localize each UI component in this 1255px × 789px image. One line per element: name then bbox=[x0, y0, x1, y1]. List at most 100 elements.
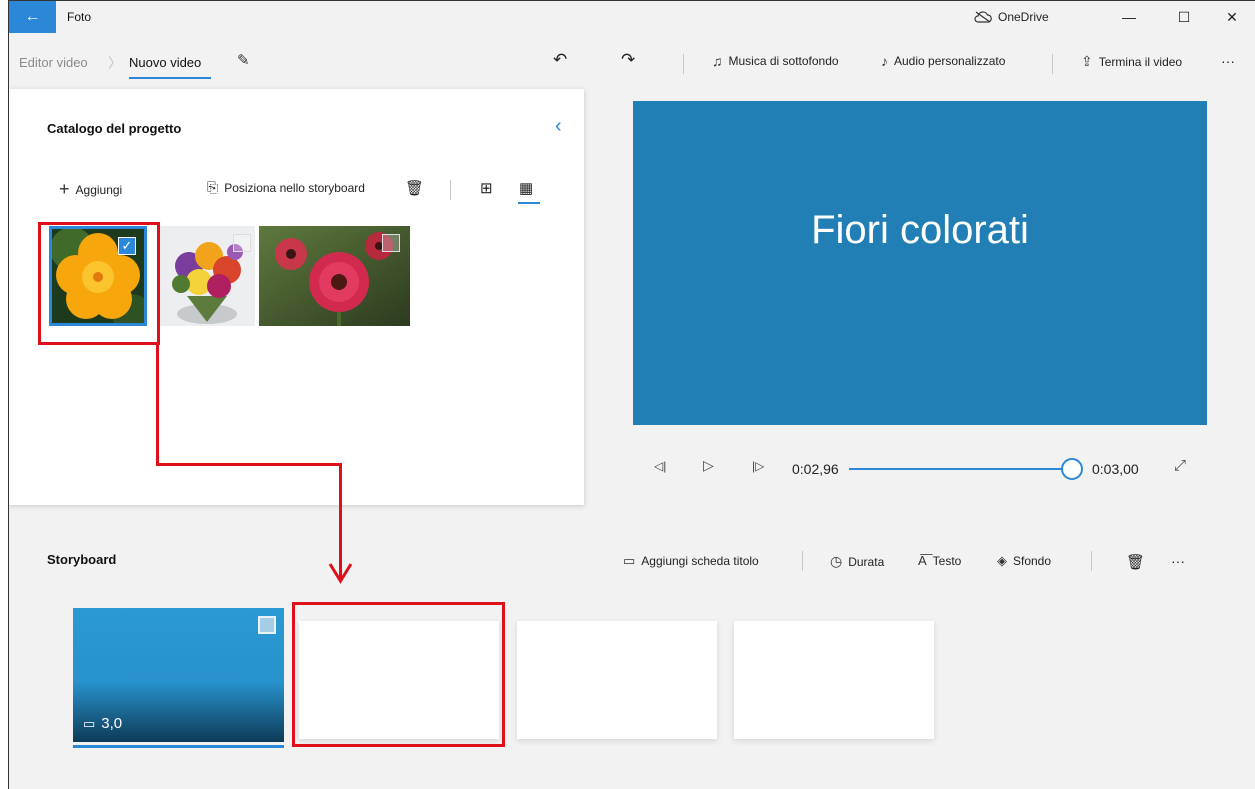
next-frame-button[interactable]: |▷ bbox=[752, 459, 764, 473]
title-card-icon: ▭ bbox=[83, 715, 96, 731]
clock-icon: ◷ bbox=[830, 553, 843, 569]
onedrive-status[interactable]: OneDrive bbox=[974, 10, 1049, 24]
card-duration-value: 3,0 bbox=[101, 715, 123, 732]
expand-icon: ⤢ bbox=[1174, 457, 1187, 474]
plus-icon: + bbox=[59, 179, 70, 199]
add-title-card-label: Aggiungi scheda titolo bbox=[641, 554, 759, 568]
storyboard-card-title[interactable]: ▭ 3,0 bbox=[73, 608, 284, 742]
text-label: Testo bbox=[932, 553, 962, 568]
add-media-button[interactable]: + Aggiungi bbox=[59, 179, 122, 200]
chevron-right-icon: 〉 bbox=[108, 55, 122, 71]
delete-card-button[interactable]: 🗑 bbox=[1126, 553, 1145, 571]
place-in-storyboard-label: Posiziona nello storyboard bbox=[224, 180, 365, 195]
video-preview: Fiori colorati bbox=[633, 101, 1207, 425]
collapse-chevron-icon[interactable]: ‹ bbox=[555, 115, 562, 138]
current-time: 0:02,96 bbox=[792, 461, 839, 477]
audio-person-icon: ♪ bbox=[881, 53, 888, 69]
storyboard-card-empty[interactable] bbox=[517, 621, 717, 739]
custom-audio-button[interactable]: ♪ Audio personalizzato bbox=[881, 53, 1005, 69]
background-button[interactable]: ◈ Sfondo bbox=[997, 553, 1051, 569]
undo-button[interactable]: ↶ bbox=[553, 50, 567, 70]
duration-label: Durata bbox=[848, 554, 885, 569]
small-grid-view-button[interactable]: ▦ bbox=[519, 179, 533, 197]
paint-bucket-icon: ◈ bbox=[997, 553, 1007, 568]
minimize-icon: — bbox=[1122, 9, 1136, 25]
place-in-storyboard-button[interactable]: ⎘ Posiziona nello storyboard bbox=[207, 179, 365, 196]
finish-video-button[interactable]: ⇪ Termina il video bbox=[1081, 53, 1182, 70]
app-window: ← Foto OneDrive — ☐ ✕ Editor video 〉 Nuo… bbox=[8, 0, 1255, 789]
toolbar-divider bbox=[1052, 54, 1053, 74]
seek-slider-track[interactable] bbox=[849, 468, 1074, 470]
background-music-label: Musica di sottofondo bbox=[728, 54, 839, 68]
select-checkbox[interactable] bbox=[382, 234, 400, 252]
more-icon: ··· bbox=[1171, 553, 1185, 569]
library-divider bbox=[450, 180, 451, 200]
media-thumbnail-flower-bouquet[interactable] bbox=[159, 226, 255, 326]
close-button[interactable]: ✕ bbox=[1212, 5, 1252, 29]
step-back-icon: ◁| bbox=[654, 459, 667, 473]
duration-button[interactable]: ◷ Durata bbox=[830, 553, 884, 570]
annotation-arrow-segment bbox=[156, 463, 342, 466]
breadcrumb-current[interactable]: Nuovo video bbox=[129, 55, 201, 70]
title-bar: ← Foto OneDrive — ☐ ✕ bbox=[9, 1, 1255, 33]
cloud-off-icon bbox=[974, 11, 992, 23]
storyboard-divider bbox=[802, 551, 803, 571]
media-thumbnail-red-gerbera[interactable] bbox=[259, 226, 410, 326]
close-icon: ✕ bbox=[1226, 8, 1238, 25]
previous-frame-button[interactable]: ◁| bbox=[654, 459, 666, 473]
add-media-label: Aggiungi bbox=[75, 182, 123, 197]
add-title-card-button[interactable]: ▭ Aggiungi scheda titolo bbox=[623, 553, 759, 569]
finish-video-label: Termina il video bbox=[1098, 54, 1183, 69]
app-title: Foto bbox=[67, 10, 92, 24]
music-note-icon: ♫ bbox=[712, 53, 723, 69]
toolbar-divider bbox=[683, 54, 684, 74]
end-time: 0:03,00 bbox=[1092, 461, 1139, 477]
title-card-icon: ▭ bbox=[623, 553, 636, 568]
storyboard-title: Storyboard bbox=[47, 552, 117, 567]
step-forward-icon: |▷ bbox=[752, 459, 765, 473]
expand-button[interactable]: ⤢ bbox=[1174, 457, 1186, 474]
annotation-highlight-source bbox=[38, 222, 160, 345]
text-button[interactable]: A͞ Testo bbox=[918, 553, 961, 568]
preview-title-text: Fiori colorati bbox=[811, 208, 1029, 252]
select-checkbox[interactable] bbox=[258, 616, 276, 634]
more-options-button[interactable]: ··· bbox=[1221, 53, 1235, 69]
grid-large-icon: ⊞ bbox=[480, 180, 493, 197]
maximize-button[interactable]: ☐ bbox=[1164, 5, 1204, 29]
play-button[interactable]: ▷ bbox=[703, 457, 714, 474]
breadcrumb-editor-video[interactable]: Editor video bbox=[19, 55, 88, 70]
place-in-storyboard-icon: ⎘ bbox=[207, 179, 219, 195]
background-music-button[interactable]: ♫ Musica di sottofondo bbox=[712, 53, 839, 69]
project-library-title: Catalogo del progetto bbox=[47, 121, 182, 136]
storyboard-more-button[interactable]: ··· bbox=[1171, 553, 1185, 569]
storyboard-divider bbox=[1091, 551, 1092, 571]
maximize-icon: ☐ bbox=[1177, 8, 1191, 25]
storyboard-card-empty[interactable] bbox=[734, 621, 934, 739]
undo-icon: ↶ bbox=[553, 50, 568, 69]
select-checkbox[interactable] bbox=[233, 234, 251, 252]
onedrive-label: OneDrive bbox=[998, 10, 1049, 24]
text-icon: A͞ bbox=[918, 553, 927, 568]
redo-icon: ↷ bbox=[621, 50, 636, 69]
back-button[interactable]: ← bbox=[9, 1, 56, 33]
rename-pencil-icon[interactable]: ✎ bbox=[237, 51, 250, 69]
seek-slider-thumb[interactable] bbox=[1061, 458, 1083, 480]
delete-media-button[interactable]: 🗑 bbox=[405, 179, 424, 197]
custom-audio-label: Audio personalizzato bbox=[894, 54, 1006, 68]
command-bar: Editor video 〉 Nuovo video ✎ ↶ ↷ ♫ Music… bbox=[9, 33, 1255, 89]
background-label: Sfondo bbox=[1013, 554, 1052, 568]
selected-card-underline bbox=[73, 745, 284, 748]
large-grid-view-button[interactable]: ⊞ bbox=[480, 179, 493, 197]
redo-button[interactable]: ↷ bbox=[621, 50, 635, 70]
card-duration: ▭ 3,0 bbox=[83, 715, 122, 732]
minimize-button[interactable]: — bbox=[1109, 5, 1149, 29]
annotation-arrow-head-icon bbox=[328, 563, 353, 584]
more-icon: ··· bbox=[1221, 53, 1235, 69]
breadcrumb-underline bbox=[129, 77, 211, 79]
play-icon: ▷ bbox=[703, 457, 714, 473]
grid-small-icon: ▦ bbox=[519, 180, 534, 197]
share-export-icon: ⇪ bbox=[1081, 53, 1093, 69]
trash-icon: 🗑 bbox=[1126, 554, 1146, 571]
annotation-arrow-segment bbox=[156, 342, 159, 466]
back-arrow-icon: ← bbox=[24, 8, 41, 25]
